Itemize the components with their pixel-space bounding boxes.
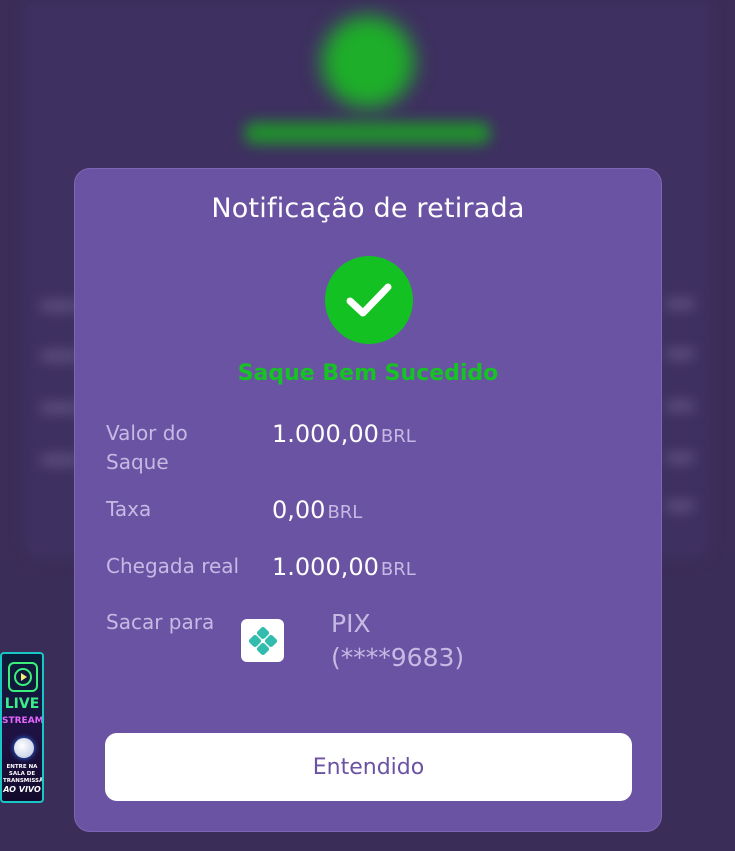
live-stream-banner[interactable]: LIVE STREAM ENTRE NA SALA DE TRANSMISSÃO… bbox=[0, 652, 44, 803]
currency-label: BRL bbox=[380, 559, 416, 580]
background-success-icon bbox=[322, 16, 414, 108]
background-row bbox=[665, 452, 695, 464]
soccer-ball-icon bbox=[14, 738, 34, 758]
modal-title: Notificação de retirada bbox=[211, 193, 525, 224]
checkmark-icon bbox=[346, 283, 392, 317]
account-mask: (****9683) bbox=[331, 643, 465, 672]
row-value: 1.000,00 BRL bbox=[272, 552, 416, 585]
stream-label: STREAM bbox=[2, 716, 44, 726]
amount-value: 0,00 bbox=[272, 496, 326, 524]
row-label: Taxa bbox=[106, 497, 152, 521]
background-status-text bbox=[245, 122, 490, 144]
understood-button[interactable]: Entendido bbox=[105, 733, 632, 801]
status-text: Saque Bem Sucedido bbox=[237, 361, 499, 386]
destination-account: PIX (****9683) bbox=[331, 607, 464, 675]
background-row bbox=[665, 348, 695, 360]
currency-label: BRL bbox=[327, 502, 363, 523]
success-check-icon bbox=[325, 256, 413, 344]
row-label: Valor do Saque bbox=[106, 421, 188, 474]
currency-label: BRL bbox=[380, 426, 416, 447]
play-icon bbox=[8, 662, 38, 692]
pix-logo-icon bbox=[241, 619, 284, 662]
background-row bbox=[665, 298, 695, 310]
row-value: 1.000,00 BRL bbox=[272, 419, 416, 452]
withdrawal-notification-modal: Notificação de retirada Saque Bem Sucedi… bbox=[74, 168, 662, 832]
amount-value: 1.000,00 bbox=[272, 420, 379, 448]
payment-method: PIX bbox=[331, 609, 371, 638]
row-label: Chegada real bbox=[106, 554, 240, 578]
live-label: LIVE bbox=[4, 696, 40, 712]
amount-value: 1.000,00 bbox=[272, 553, 379, 581]
ao-vivo-label: AO VIVO bbox=[3, 785, 41, 794]
row-label: Sacar para bbox=[106, 610, 215, 634]
banner-caption: ENTRE NA SALA DE TRANSMISSÃO bbox=[3, 764, 44, 784]
row-value: 0,00 BRL bbox=[272, 495, 362, 528]
background-row bbox=[665, 500, 695, 512]
background-row bbox=[665, 400, 695, 412]
